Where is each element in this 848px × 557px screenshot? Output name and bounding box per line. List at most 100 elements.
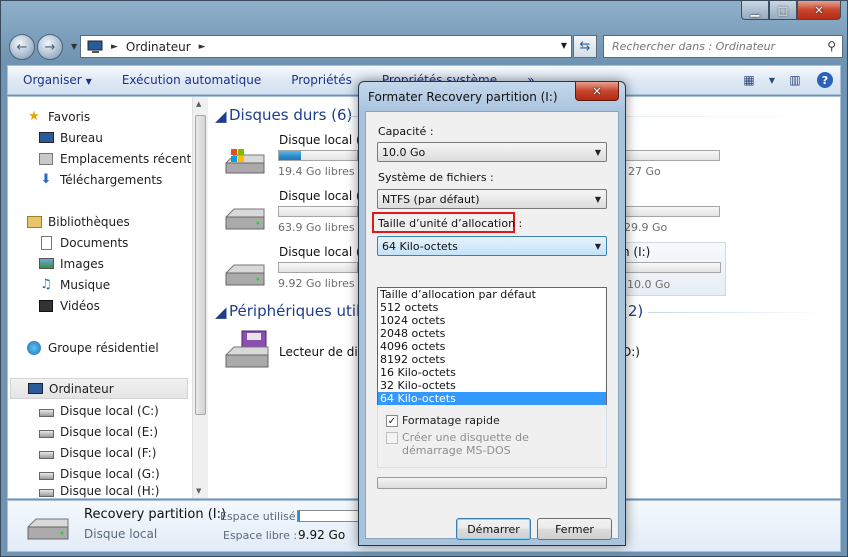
libraries-icon [26, 215, 42, 229]
back-button[interactable]: ← [9, 34, 35, 60]
downloads-icon: ⬇ [40, 172, 52, 187]
properties-button[interactable]: Propriétés [276, 73, 367, 87]
sidebar-label: Disque local (F:) [60, 445, 157, 460]
sidebar-item-drive-e[interactable]: Disque local (E:) [38, 421, 158, 442]
scroll-up-icon[interactable]: ▲ [196, 100, 201, 108]
close-icon: ✕ [592, 84, 602, 98]
msdos-startup-option: Créer une disquette de démarrage MS-DOS [386, 431, 582, 457]
sidebar-label: Ordinateur [49, 381, 114, 396]
allocation-option[interactable]: 32 Kilo-octets [378, 379, 606, 392]
sidebar-item-drive-c[interactable]: Disque local (C:) [38, 400, 159, 421]
allocation-select[interactable]: 64 Kilo-octets ▼ [377, 236, 607, 256]
preview-pane-icon[interactable]: ▥ [780, 73, 810, 87]
sidebar-item-computer[interactable]: Ordinateur [10, 378, 188, 399]
drive-free-space: 29.9 Go [624, 221, 668, 234]
capacity-select[interactable]: 10.0 Go ▼ [377, 142, 607, 162]
chevron-down-icon[interactable]: ◢ [215, 303, 227, 321]
view-controls: ▦ ▼ ▥ ? [734, 66, 840, 94]
sidebar-item-drive-h[interactable]: Disque local (H:) [38, 484, 159, 498]
allocation-option[interactable]: 16 Kilo-octets [378, 366, 606, 379]
images-icon [38, 257, 54, 271]
forward-button[interactable]: → [37, 34, 63, 60]
drive-name: Disque local (F: [279, 189, 371, 203]
filesystem-label: Système de fichiers : [378, 171, 494, 184]
help-icon[interactable]: ? [810, 72, 840, 88]
sidebar-label: Groupe résidentiel [48, 340, 159, 355]
allocation-option[interactable]: 512 octets [378, 301, 606, 314]
details-drive-type: Disque local [84, 527, 158, 541]
sidebar-item-homegroup[interactable]: Groupe résidentiel [26, 337, 159, 358]
history-dropdown-icon[interactable]: ▼ [71, 42, 77, 51]
capacity-label: Capacité : [378, 125, 434, 138]
start-button[interactable]: Démarrer [456, 518, 531, 540]
drive-tile-i[interactable]: n (I:) 10.0 Go [612, 242, 726, 296]
sidebar-item-documents[interactable]: Documents [38, 232, 128, 253]
homegroup-icon [26, 340, 42, 355]
close-button[interactable]: ✕ [797, 1, 841, 20]
organize-menu[interactable]: Organiser ▼ [8, 73, 107, 87]
allocation-value: 64 Kilo-octets [382, 239, 458, 253]
autoplay-button[interactable]: Exécution automatique [107, 73, 276, 87]
quick-format-label: Formatage rapide [402, 414, 500, 427]
breadcrumb-computer[interactable]: Ordinateur [126, 40, 191, 54]
search-icon[interactable]: ⚲ [827, 39, 836, 53]
refresh-button[interactable]: ⇆ [573, 35, 597, 58]
details-free-label: Espace libre : [223, 529, 298, 542]
filesystem-select[interactable]: NTFS (par défaut) ▼ [377, 189, 607, 209]
view-options-icon[interactable]: ▦ [734, 73, 764, 87]
drive-icon [38, 425, 54, 439]
sidebar-label: Musique [60, 277, 111, 292]
group-title-hard-drives[interactable]: Disques durs (6) [229, 106, 352, 124]
allocation-option[interactable]: 4096 octets [378, 340, 606, 353]
address-bar[interactable]: ► Ordinateur ► ▼ [80, 35, 572, 58]
breadcrumb-separator-icon[interactable]: ► [199, 42, 206, 52]
star-icon: ★ [28, 109, 40, 124]
breadcrumb-separator-icon[interactable]: ► [111, 42, 118, 52]
allocation-option-selected[interactable]: 64 Kilo-octets [378, 392, 606, 405]
allocation-option[interactable]: 8192 octets [378, 353, 606, 366]
view-dropdown-icon[interactable]: ▼ [764, 76, 780, 85]
dialog-close-button[interactable]: ✕ [575, 82, 619, 101]
sidebar-item-downloads[interactable]: ⬇ Téléchargements [38, 169, 163, 190]
recent-places-icon [38, 152, 54, 166]
details-usage-bar [297, 510, 359, 522]
sidebar-item-favorites[interactable]: ★ Favoris [26, 106, 90, 127]
allocation-option[interactable]: 2048 octets [378, 327, 606, 340]
maximize-button[interactable]: □ [769, 1, 797, 20]
scrollbar-thumb[interactable] [195, 115, 206, 415]
documents-icon [38, 235, 54, 250]
sidebar-item-drive-g[interactable]: Disque local (G:) [38, 463, 160, 484]
sidebar-label: Bibliothèques [48, 214, 130, 229]
drive-usage-bar [278, 150, 358, 161]
sidebar-item-music[interactable]: ♫ Musique [38, 274, 110, 295]
drive-icon [27, 518, 69, 540]
allocation-option[interactable]: Taille d’allocation par défaut [378, 288, 606, 301]
sidebar-item-images[interactable]: Images [38, 253, 104, 274]
sidebar-item-recent-places[interactable]: Emplacements récents [38, 148, 198, 169]
search-input[interactable] [612, 40, 812, 53]
desktop-icon [38, 131, 54, 145]
scroll-down-icon[interactable]: ▼ [196, 487, 201, 495]
drive-icon [38, 467, 54, 481]
quick-format-checkbox[interactable]: ✓ [386, 415, 398, 427]
drive-free-space: 27 Go [628, 165, 661, 178]
back-arrow-icon: ← [16, 39, 28, 55]
chevron-down-icon: ▼ [594, 148, 601, 157]
minimize-button[interactable]: ▁ [741, 1, 769, 20]
chevron-down-icon[interactable]: ◢ [215, 107, 227, 125]
address-dropdown-icon[interactable]: ▼ [561, 41, 567, 50]
sidebar-item-drive-f[interactable]: Disque local (F:) [38, 442, 156, 463]
chevron-down-icon: ▼ [85, 77, 92, 86]
computer-icon [27, 382, 43, 396]
close-dialog-button[interactable]: Fermer [537, 518, 612, 540]
navigation-scrollbar[interactable]: ▲ ▼ [192, 97, 208, 498]
search-box[interactable]: ⚲ [603, 35, 843, 58]
caption-buttons: ▁ □ ✕ [741, 1, 841, 20]
sidebar-item-desktop[interactable]: Bureau [38, 127, 103, 148]
allocation-option[interactable]: 1024 octets [378, 314, 606, 327]
quick-format-option[interactable]: ✓ Formatage rapide [386, 414, 500, 427]
floppy-drive-icon [225, 330, 269, 368]
format-progress-bar [377, 477, 607, 489]
sidebar-item-libraries[interactable]: Bibliothèques [26, 211, 130, 232]
sidebar-item-videos[interactable]: Vidéos [38, 295, 100, 316]
